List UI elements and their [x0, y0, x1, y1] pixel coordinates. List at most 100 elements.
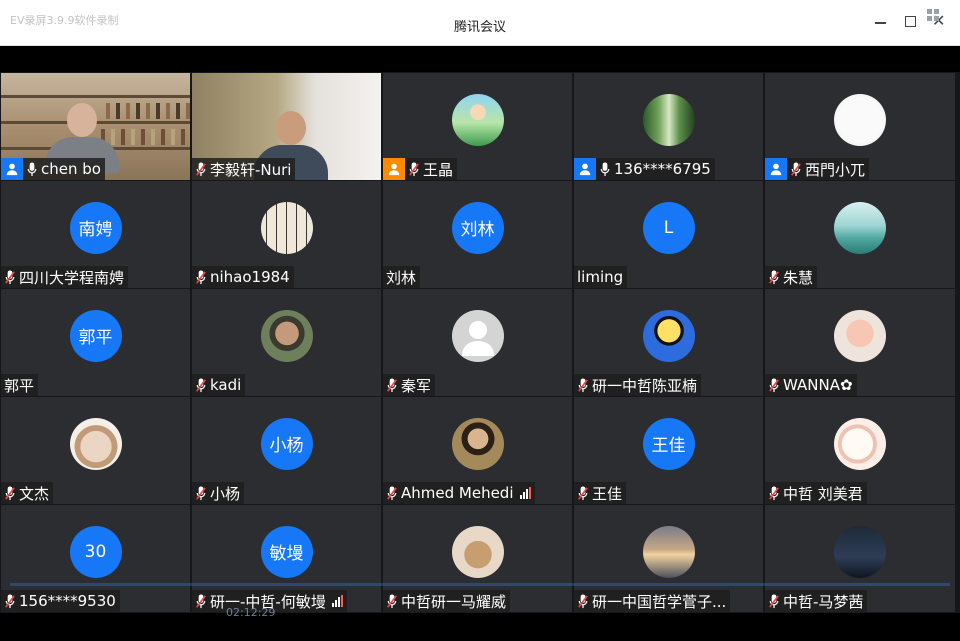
- avatar-photo: [451, 93, 504, 146]
- microphone-muted-icon: [3, 269, 17, 285]
- microphone-icon: [598, 161, 612, 177]
- participant-tile[interactable]: WANNA✿: [765, 289, 955, 396]
- network-signal-icon: [519, 487, 531, 499]
- participant-tile[interactable]: 文杰: [1, 397, 190, 504]
- avatar-initials: 王佳: [642, 417, 695, 470]
- microphone-muted-icon: [194, 377, 208, 393]
- microphone-muted-icon: [194, 593, 208, 609]
- participant-tile[interactable]: 秦军: [383, 289, 572, 396]
- microphone-muted-icon: [3, 485, 17, 501]
- avatar-photo: [642, 309, 695, 362]
- top-spacer: [0, 46, 960, 72]
- window-title: 腾讯会议: [453, 20, 506, 35]
- microphone-muted-icon: [767, 269, 781, 285]
- avatar-initials: 刘林: [451, 201, 504, 254]
- avatar-initials: 郭平: [69, 309, 122, 362]
- microphone-muted-icon: [194, 269, 208, 285]
- participant-name: WANNA✿: [783, 376, 853, 394]
- participant-name-bar: kadi: [192, 374, 246, 396]
- participant-tile[interactable]: 王晶: [383, 73, 572, 180]
- participant-name: 郭平: [4, 376, 35, 395]
- participant-name: nihao1984: [210, 268, 290, 286]
- participant-name-bar: Ahmed Mehedi: [383, 482, 535, 504]
- participant-tile[interactable]: chen bo: [1, 73, 190, 180]
- avatar-photo: [451, 417, 504, 470]
- participant-name-bar: nihao1984: [192, 266, 294, 288]
- participant-tile[interactable]: 研一中哲陈亚楠: [574, 289, 763, 396]
- participant-tile[interactable]: 西門小兀: [765, 73, 955, 180]
- microphone-muted-icon: [789, 161, 803, 177]
- participant-name: 136****6795: [614, 160, 711, 178]
- participant-tile[interactable]: kadi: [192, 289, 381, 396]
- microphone-muted-icon: [767, 485, 781, 501]
- participant-name-bar: 郭平: [1, 374, 39, 396]
- avatar-photo: [834, 417, 886, 470]
- participant-name-bar: 中哲 刘美君: [765, 482, 867, 504]
- participant-tile[interactable]: Ahmed Mehedi: [383, 397, 572, 504]
- microphone-muted-icon: [407, 161, 421, 177]
- avatar-photo: [642, 525, 695, 578]
- participant-tile[interactable]: 王佳 王佳: [574, 397, 763, 504]
- avatar-photo: [834, 525, 886, 578]
- participant-tile[interactable]: 中哲-马梦茜: [765, 505, 955, 612]
- participant-name: kadi: [210, 376, 242, 394]
- avatar-photo: [69, 417, 122, 470]
- microphone-muted-icon: [385, 593, 399, 609]
- participant-tile[interactable]: 刘林 刘林: [383, 181, 572, 288]
- participant-tile[interactable]: 李毅轩-Nuri: [192, 73, 381, 180]
- participant-tile[interactable]: nihao1984: [192, 181, 381, 288]
- avatar-initials: L: [642, 201, 695, 254]
- participant-name-bar: 朱慧: [765, 266, 818, 288]
- microphone-muted-icon: [767, 377, 781, 393]
- avatar-photo: [642, 93, 695, 146]
- participant-name-bar: 秦军: [383, 374, 436, 396]
- participant-tile[interactable]: 敏墁研一-中哲-何敏墁: [192, 505, 381, 612]
- participant-name: 王佳: [592, 484, 623, 503]
- microphone-muted-icon: [385, 485, 399, 501]
- microphone-icon: [25, 161, 39, 177]
- avatar-photo: [834, 201, 886, 254]
- microphone-muted-icon: [576, 593, 590, 609]
- participant-name-bar: 156****9530: [1, 590, 120, 612]
- participant-name-bar: 研一-中哲-何敏墁: [192, 590, 347, 612]
- minimize-icon[interactable]: [874, 14, 888, 28]
- cohost-badge-icon: [383, 158, 405, 180]
- avatar-photo: [260, 201, 313, 254]
- participant-tile[interactable]: 中哲 刘美君: [765, 397, 955, 504]
- participant-tile[interactable]: Lliming: [574, 181, 763, 288]
- participant-name: chen bo: [41, 160, 101, 178]
- participant-name-bar: 李毅轩-Nuri: [192, 158, 296, 180]
- participant-name-bar: 王佳: [574, 482, 627, 504]
- avatar-initials: 敏墁: [260, 525, 313, 578]
- participant-tile[interactable]: 南娉 四川大学程南娉: [1, 181, 190, 288]
- participant-name-bar: 研一中国哲学菅子...: [574, 590, 731, 612]
- participant-name-bar: WANNA✿: [765, 374, 857, 396]
- microphone-muted-icon: [194, 161, 208, 177]
- participant-name: 中哲 刘美君: [783, 484, 863, 503]
- participant-tile[interactable]: 30 156****9530: [1, 505, 190, 612]
- participant-name-bar: 研一中哲陈亚楠: [574, 374, 702, 396]
- avatar-photo: [834, 93, 886, 146]
- participant-tile[interactable]: 郭平 郭平: [1, 289, 190, 396]
- participant-tile[interactable]: 中哲研一马耀威: [383, 505, 572, 612]
- participant-name-bar: 四川大学程南娉: [1, 266, 129, 288]
- avatar-photo: [451, 525, 504, 578]
- layout-grid-icon[interactable]: [927, 9, 941, 23]
- participant-name: liming: [577, 268, 624, 286]
- participant-tile[interactable]: 研一中国哲学菅子...: [574, 505, 763, 612]
- microphone-muted-icon: [576, 485, 590, 501]
- participant-tile[interactable]: 朱慧: [765, 181, 955, 288]
- avatar-photo: [260, 309, 313, 362]
- participant-tile[interactable]: 小杨 小杨: [192, 397, 381, 504]
- participant-name: 中哲-马梦茜: [783, 592, 864, 611]
- participant-tile[interactable]: 136****6795: [574, 73, 763, 180]
- participant-name: 朱慧: [783, 268, 814, 287]
- host-badge-icon: [765, 158, 787, 180]
- participant-name: 秦军: [401, 376, 432, 395]
- participant-name-bar: 刘林: [383, 266, 421, 288]
- maximize-icon[interactable]: [904, 14, 918, 28]
- microphone-muted-icon: [3, 593, 17, 609]
- participant-name-bar: 文杰: [1, 482, 54, 504]
- participant-name-bar: 西門小兀: [765, 158, 870, 180]
- participant-name: 研一中国哲学菅子...: [592, 592, 727, 611]
